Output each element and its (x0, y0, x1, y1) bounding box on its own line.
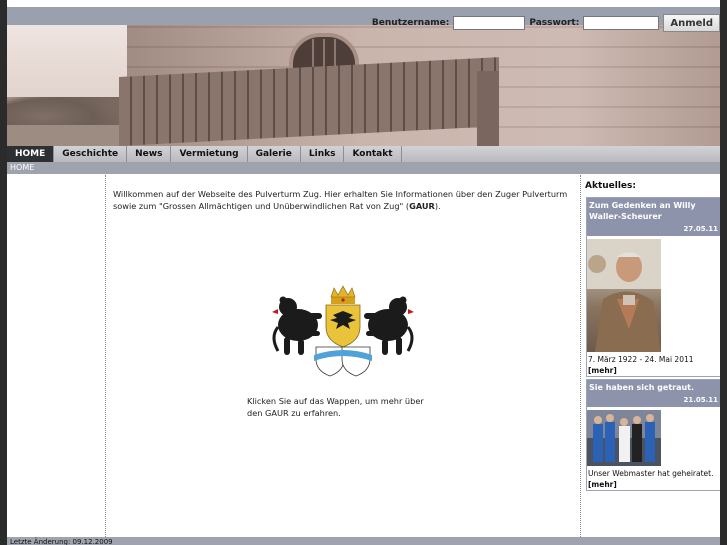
banner-grass (7, 125, 137, 146)
nav-item-vermietung[interactable]: Vermietung (171, 146, 248, 162)
breadcrumb: HOME (10, 163, 35, 172)
main-nav: HOME Geschichte News Vermietung Galerie … (7, 146, 720, 162)
coat-of-arms-icon (272, 285, 414, 377)
intro-text-part1: Willkommen auf der Webseite des Pulvertu… (113, 189, 568, 211)
nav-item-links[interactable]: Links (301, 146, 345, 162)
news-headline[interactable]: Sie haben sich getraut. (587, 380, 720, 395)
news-more-link[interactable]: [mehr] (587, 480, 720, 492)
nav-item-news[interactable]: News (127, 146, 172, 162)
nav-item-home[interactable]: HOME (7, 146, 55, 162)
password-input[interactable] (583, 16, 660, 30)
intro-text: Willkommen auf der Webseite des Pulvertu… (113, 188, 573, 212)
news-headline[interactable]: Zum Gedenken an Willy Waller-Scheurer (587, 198, 720, 224)
gaur-crest-link[interactable] (268, 285, 418, 385)
eagle-shield-icon (325, 304, 361, 348)
login-button[interactable]: Anmeld (663, 14, 720, 32)
news-date: 21.05.11 (587, 395, 720, 407)
news-text: Unser Webmaster hat geheiratet. (588, 469, 714, 478)
news-photo[interactable] (587, 239, 661, 352)
news-item: Sie haben sich getraut. 21.05.11 Unser W… (586, 379, 720, 491)
left-column (7, 175, 106, 537)
right-bear-icon (364, 296, 414, 355)
wedding-photo-icon (587, 410, 661, 466)
username-label: Benutzername: (371, 18, 450, 28)
left-bear-icon (272, 296, 322, 355)
nav-item-galerie[interactable]: Galerie (248, 146, 301, 162)
news-more-link[interactable]: [mehr] (587, 366, 720, 378)
footer: Letzte Änderung: 09.12.2009 (7, 537, 720, 545)
breadcrumb-bar: HOME (7, 162, 720, 174)
news-item: Zum Gedenken an Willy Waller-Scheurer 27… (586, 197, 720, 377)
login-form: Benutzername: Passwort: Anmeld (372, 12, 720, 34)
zug-shields-icon (314, 346, 372, 377)
nav-item-kontakt[interactable]: Kontakt (344, 146, 402, 162)
header-banner: Benutzername: Passwort: Anmeld (7, 7, 720, 146)
intro-text-part2: ). (434, 201, 441, 211)
crown-icon (330, 285, 356, 304)
portrait-photo-icon (587, 239, 661, 352)
banner-fence-post (477, 71, 499, 146)
news-text: 7. März 1922 - 24. Mai 2011 (588, 355, 694, 364)
footer-last-change: Letzte Änderung: 09.12.2009 (10, 538, 113, 545)
news-section-title: Aktuelles: (585, 181, 636, 191)
news-date: 27.05.11 (587, 224, 720, 236)
password-label: Passwort: (529, 18, 580, 28)
news-photo[interactable] (587, 410, 661, 466)
nav-item-geschichte[interactable]: Geschichte (54, 146, 128, 162)
username-input[interactable] (453, 16, 526, 30)
page-frame: Benutzername: Passwort: Anmeld HOME Gesc… (7, 0, 720, 545)
crest-caption: Klicken Sie auf das Wappen, um mehr über… (247, 396, 424, 418)
intro-gaur: GAUR (409, 201, 435, 211)
